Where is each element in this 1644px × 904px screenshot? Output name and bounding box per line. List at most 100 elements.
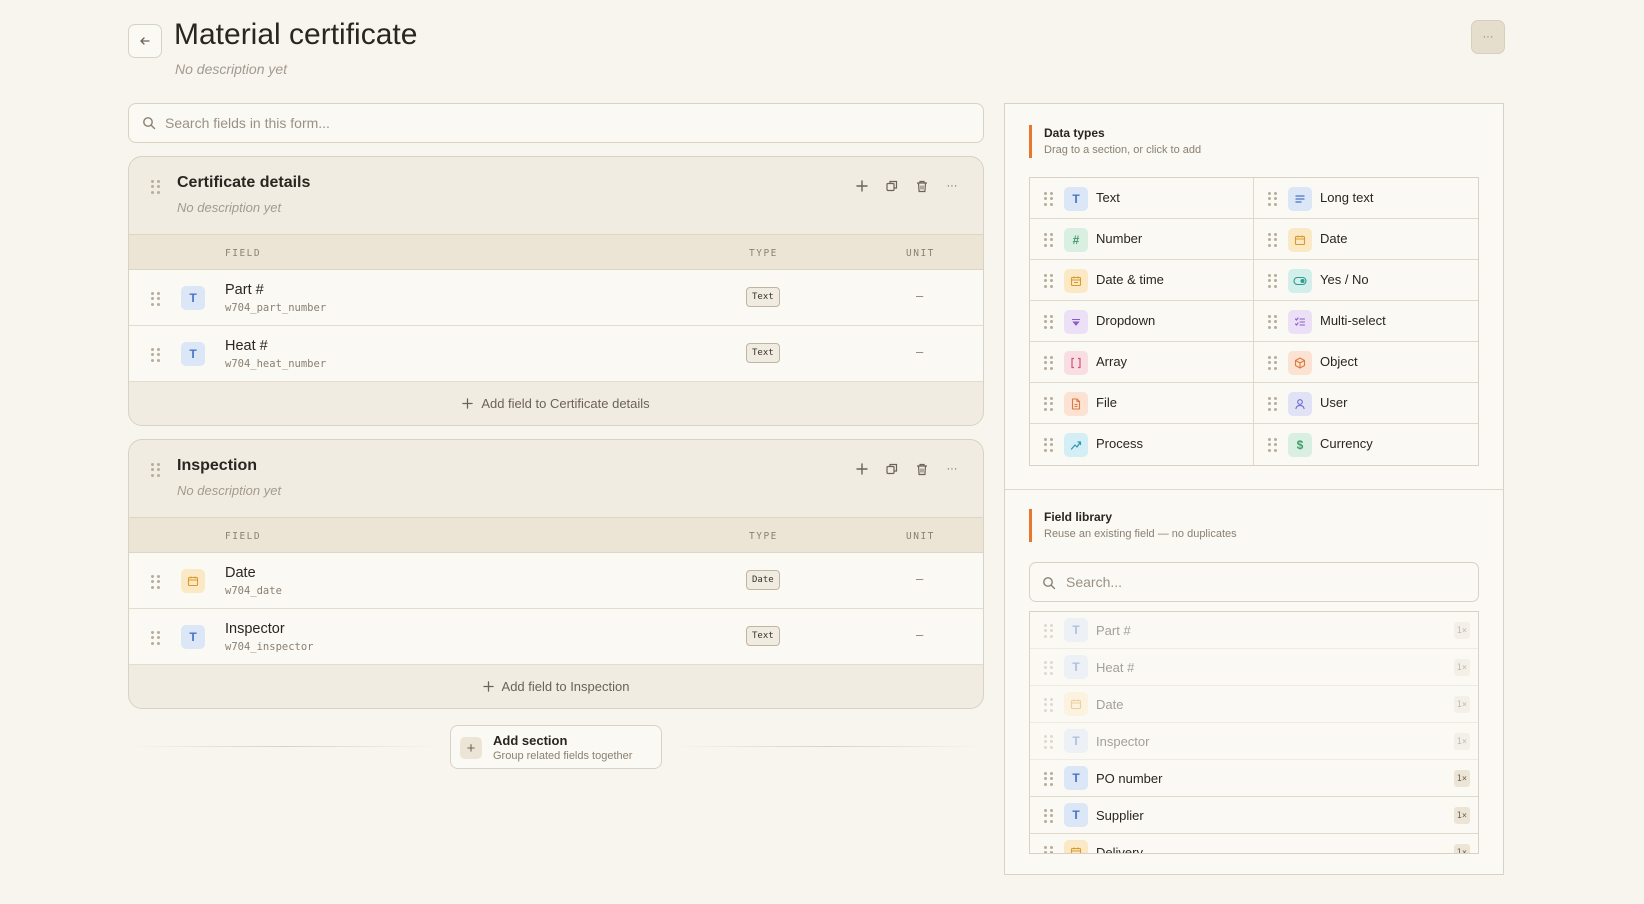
- plus-icon[interactable]: [853, 460, 871, 478]
- table-header: FIELD TYPE UNIT: [129, 234, 983, 270]
- drag-handle-icon[interactable]: [1044, 438, 1054, 452]
- section-description[interactable]: No description yet: [177, 483, 281, 498]
- drag-handle-icon: [1044, 661, 1054, 675]
- drag-handle-icon[interactable]: [1268, 397, 1278, 411]
- field-library-title: Field library: [1044, 510, 1113, 524]
- drag-handle-icon[interactable]: [1268, 315, 1278, 329]
- drag-handle-icon[interactable]: [1044, 397, 1054, 411]
- dropdown-icon: [1064, 310, 1088, 334]
- drag-handle-icon[interactable]: [1268, 356, 1278, 370]
- data-type-object[interactable]: Object: [1254, 342, 1478, 383]
- section-title[interactable]: Inspection: [177, 457, 257, 475]
- data-type-label: Object: [1320, 354, 1358, 369]
- usage-count-badge: 1×: [1453, 659, 1470, 676]
- usage-count-badge: 1×: [1453, 622, 1470, 639]
- data-type-file[interactable]: File: [1030, 383, 1254, 424]
- field-key: w704_date: [225, 585, 282, 597]
- data-type-date[interactable]: Date: [1254, 219, 1478, 260]
- field-row[interactable]: Date w704_date Date –: [129, 553, 983, 609]
- text-icon: T: [181, 342, 205, 366]
- drag-handle-icon[interactable]: [1044, 356, 1054, 370]
- search-input[interactable]: [165, 115, 983, 131]
- data-type-label: Date & time: [1096, 272, 1164, 287]
- data-type-label: Long text: [1320, 190, 1374, 205]
- section-description[interactable]: No description yet: [177, 200, 281, 215]
- toggle-icon: [1288, 269, 1312, 293]
- ellipsis-icon[interactable]: ···: [943, 177, 961, 195]
- divider: [128, 746, 440, 747]
- field-key: w704_inspector: [225, 641, 314, 653]
- field-key: w704_part_number: [225, 302, 327, 314]
- library-item-label: Date: [1096, 697, 1124, 712]
- library-search: [1029, 562, 1479, 602]
- text-icon: T: [1064, 187, 1088, 211]
- drag-handle-icon[interactable]: [1268, 192, 1278, 206]
- library-item[interactable]: T Supplier 1×: [1030, 797, 1478, 834]
- data-type-long-text[interactable]: Long text: [1254, 178, 1478, 219]
- trash-icon[interactable]: [913, 460, 931, 478]
- library-item-label: Delivery: [1096, 845, 1143, 854]
- data-type-yes-no[interactable]: Yes / No: [1254, 260, 1478, 301]
- drag-handle-icon[interactable]: [1268, 233, 1278, 247]
- duplicate-icon[interactable]: [883, 460, 901, 478]
- data-type-label: Currency: [1320, 436, 1373, 451]
- library-item[interactable]: Delivery 1×: [1030, 834, 1478, 854]
- divider: [672, 746, 984, 747]
- data-type-multi-select[interactable]: Multi-select: [1254, 301, 1478, 342]
- add-field-button[interactable]: Add field to Inspection: [129, 665, 983, 708]
- type-badge: Text: [746, 626, 780, 646]
- drag-handle-icon[interactable]: [151, 348, 161, 362]
- drag-handle-icon[interactable]: [1044, 809, 1054, 823]
- duplicate-icon[interactable]: [883, 177, 901, 195]
- data-type-date-time[interactable]: Date & time: [1030, 260, 1254, 301]
- data-type-label: Date: [1320, 231, 1348, 246]
- drag-handle-icon[interactable]: [151, 575, 161, 589]
- drag-handle-icon[interactable]: [151, 463, 161, 477]
- section-title[interactable]: Certificate details: [177, 174, 310, 192]
- add-section-button[interactable]: + Add section Group related fields toget…: [450, 725, 662, 769]
- plus-icon[interactable]: [853, 177, 871, 195]
- library-item[interactable]: T PO number 1×: [1030, 760, 1478, 797]
- text-icon: T: [1064, 766, 1088, 790]
- drag-handle-icon[interactable]: [151, 631, 161, 645]
- field-row[interactable]: T Heat # w704_heat_number Text –: [129, 326, 983, 382]
- arrow-left-icon: [140, 37, 150, 45]
- drag-handle-icon[interactable]: [1044, 192, 1054, 206]
- drag-handle-icon[interactable]: [151, 292, 161, 306]
- data-type-array[interactable]: Array: [1030, 342, 1254, 383]
- data-type-process[interactable]: Process: [1030, 424, 1254, 465]
- calendar-clock-icon: [1064, 269, 1088, 293]
- drag-handle-icon[interactable]: [1044, 846, 1054, 853]
- drag-handle-icon[interactable]: [1044, 274, 1054, 288]
- ellipsis-icon[interactable]: ···: [943, 460, 961, 478]
- field-unit: –: [916, 344, 924, 359]
- field-row[interactable]: T Inspector w704_inspector Text –: [129, 609, 983, 665]
- long-text-icon: [1288, 187, 1312, 211]
- brackets-icon: [1064, 351, 1088, 375]
- drag-handle-icon[interactable]: [1044, 315, 1054, 329]
- data-type-dropdown[interactable]: Dropdown: [1030, 301, 1254, 342]
- library-search-input[interactable]: [1066, 574, 1478, 590]
- column-header-type: TYPE: [749, 248, 778, 259]
- drag-handle-icon[interactable]: [151, 180, 161, 194]
- field-key: w704_heat_number: [225, 358, 327, 370]
- drag-handle-icon[interactable]: [1044, 233, 1054, 247]
- data-types-header: Data types Drag to a section, or click t…: [1029, 125, 1201, 158]
- drag-handle-icon[interactable]: [1268, 274, 1278, 288]
- type-badge: Text: [746, 287, 780, 307]
- drag-handle-icon[interactable]: [1044, 772, 1054, 786]
- data-type-user[interactable]: User: [1254, 383, 1478, 424]
- data-type-currency[interactable]: $ Currency: [1254, 424, 1478, 465]
- back-button[interactable]: [128, 24, 162, 58]
- add-field-button[interactable]: Add field to Certificate details: [129, 382, 983, 425]
- drag-handle-icon: [1044, 698, 1054, 712]
- data-type-number[interactable]: # Number: [1030, 219, 1254, 260]
- page-description[interactable]: No description yet: [175, 61, 287, 77]
- data-type-text[interactable]: T Text: [1030, 178, 1254, 219]
- field-row[interactable]: T Part # w704_part_number Text –: [129, 270, 983, 326]
- data-type-label: Yes / No: [1320, 272, 1369, 287]
- data-types-title: Data types: [1044, 126, 1105, 140]
- trash-icon[interactable]: [913, 177, 931, 195]
- more-options-button[interactable]: ···: [1471, 20, 1505, 54]
- drag-handle-icon[interactable]: [1268, 438, 1278, 452]
